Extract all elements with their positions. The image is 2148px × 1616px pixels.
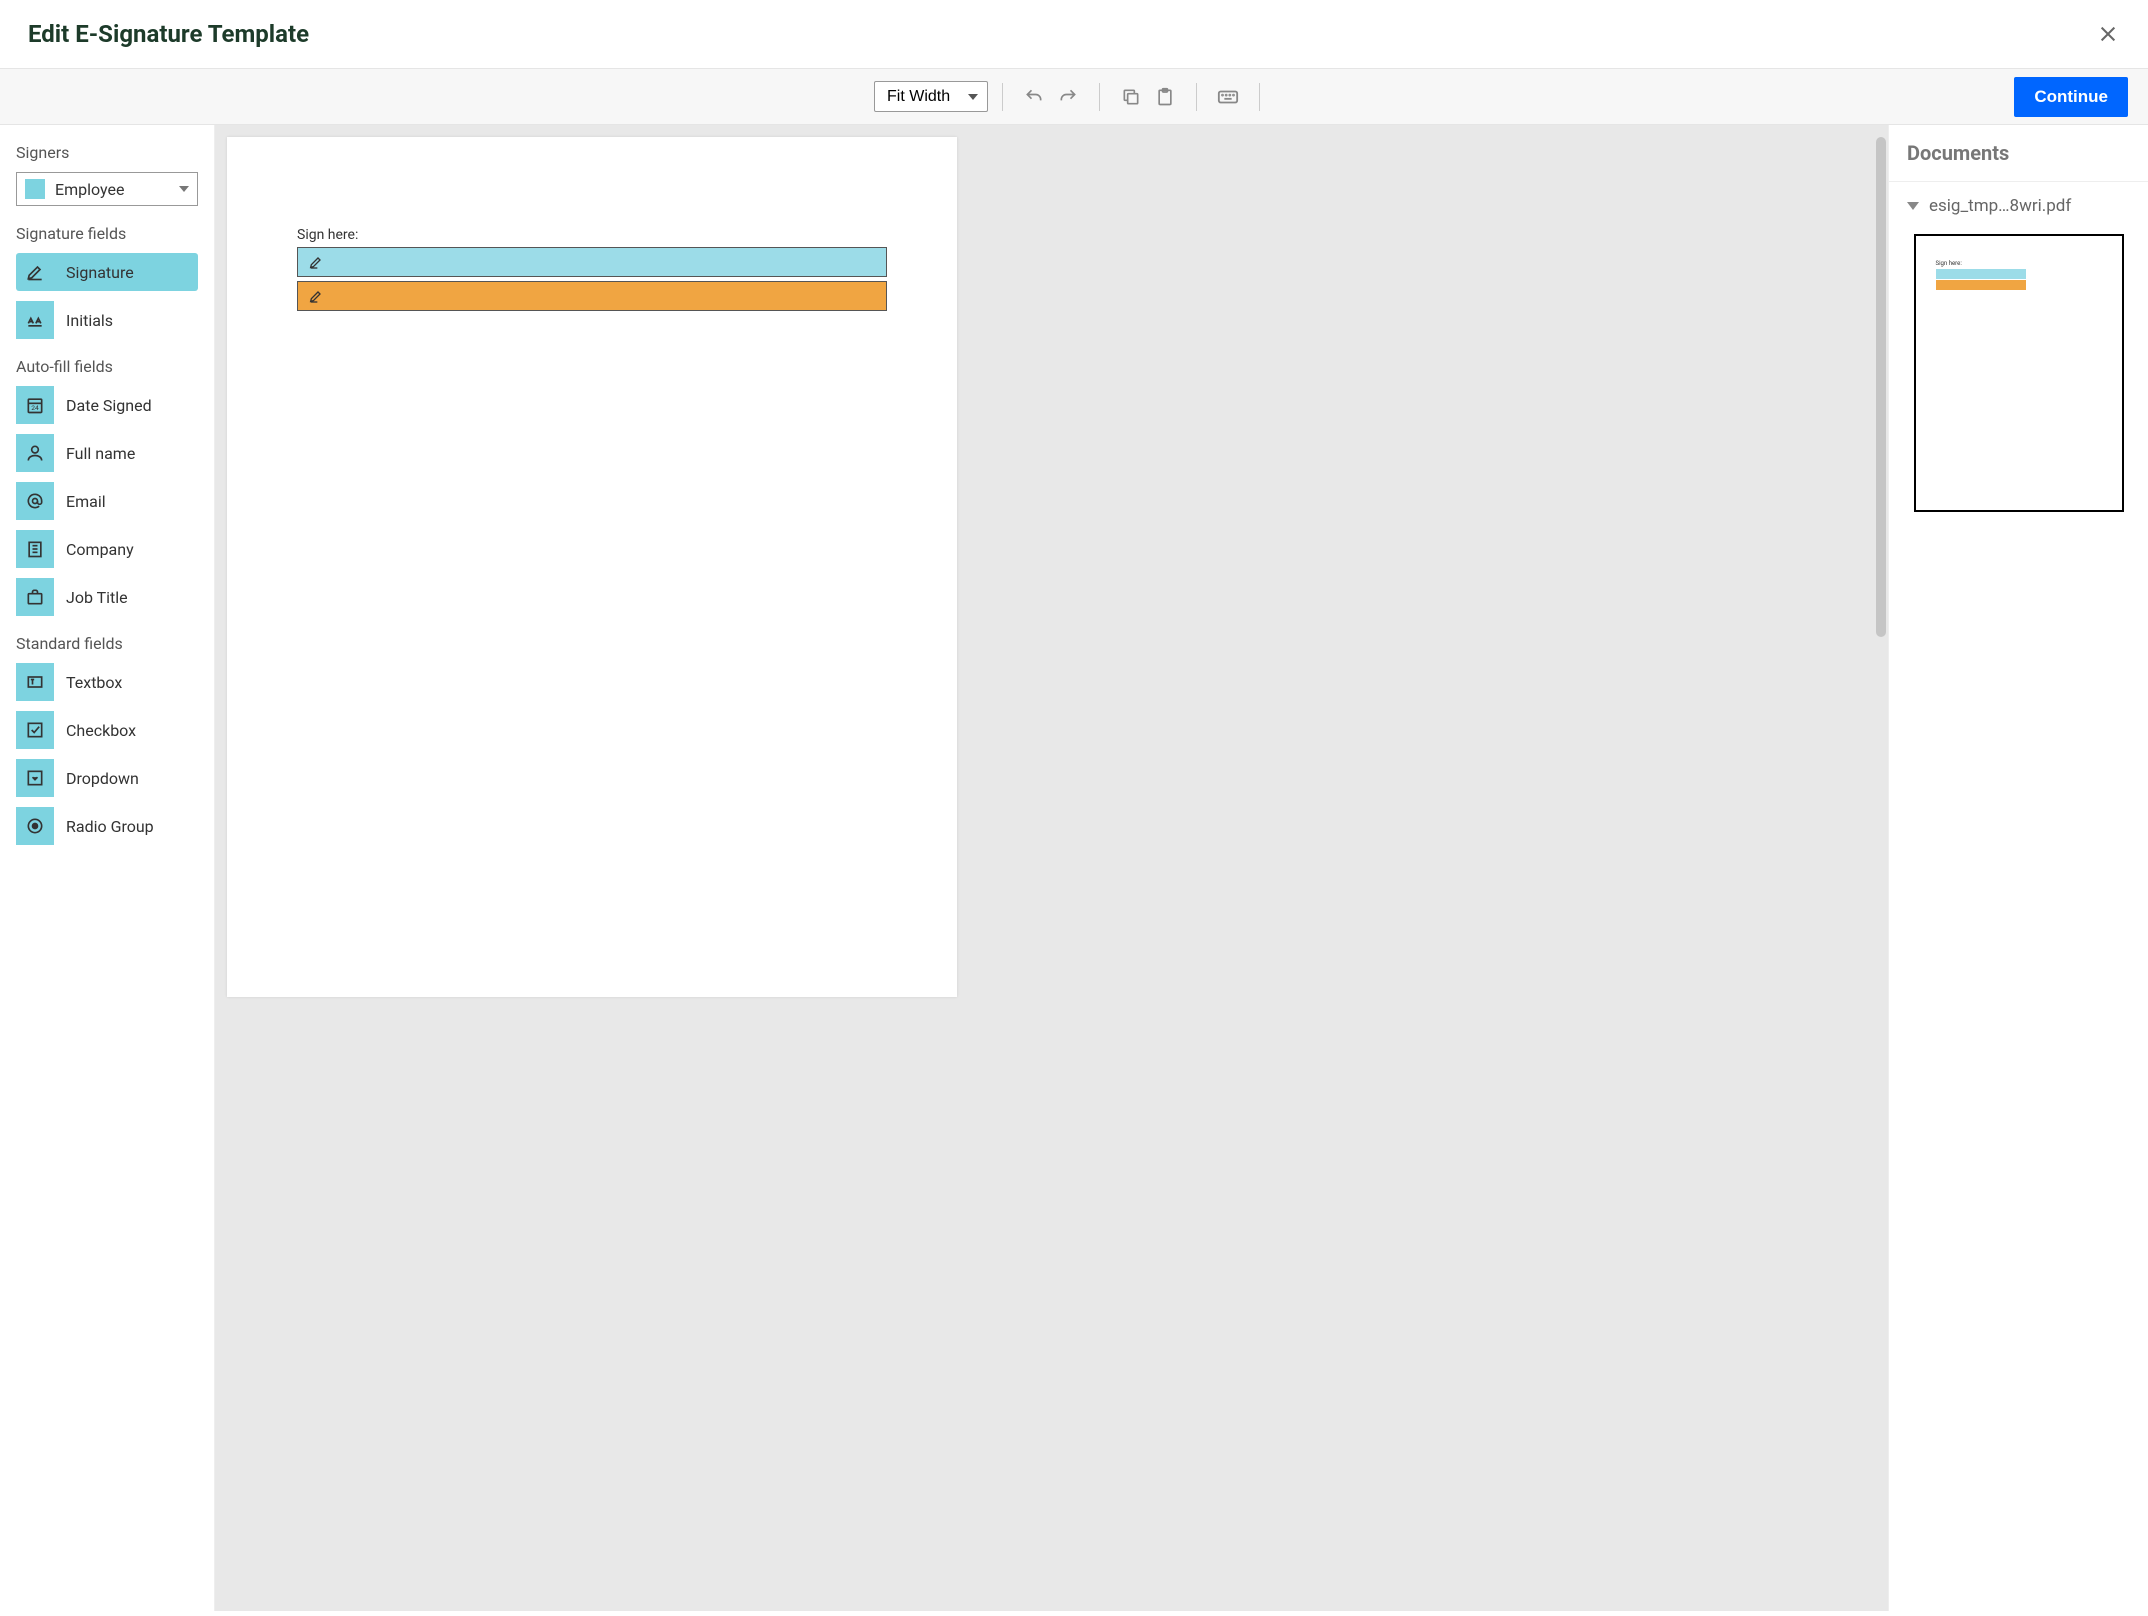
signature-field-other[interactable]	[297, 281, 887, 311]
field-label: Checkbox	[66, 721, 136, 740]
chevron-down-icon	[1907, 202, 1919, 210]
signature-field-employee[interactable]	[297, 247, 887, 277]
undo-icon[interactable]	[1023, 86, 1045, 108]
field-label: Company	[66, 540, 134, 559]
field-dropdown[interactable]: Dropdown	[16, 759, 198, 797]
zoom-select[interactable]: Fit Width	[874, 81, 988, 112]
toolbar-separator	[1002, 83, 1003, 111]
redo-icon[interactable]	[1057, 86, 1079, 108]
sign-here-label: Sign here:	[297, 227, 887, 243]
svg-text:24: 24	[31, 404, 39, 412]
textbox-icon	[16, 663, 54, 701]
document-name: esig_tmp…8wri.pdf	[1929, 196, 2071, 216]
signature-fields-label: Signature fields	[16, 224, 198, 243]
person-icon	[16, 434, 54, 472]
field-date-signed[interactable]: 24 Date Signed	[16, 386, 198, 424]
field-checkbox[interactable]: Checkbox	[16, 711, 198, 749]
document-row[interactable]: esig_tmp…8wri.pdf	[1889, 182, 2148, 230]
field-label: Email	[66, 492, 106, 511]
dropdown-icon	[16, 759, 54, 797]
field-signature[interactable]: Signature	[16, 253, 198, 291]
briefcase-icon	[16, 578, 54, 616]
signer-color-swatch	[25, 179, 45, 199]
page-thumbnail[interactable]: Sign here:	[1914, 234, 2124, 512]
canvas-area[interactable]: Sign here:	[215, 125, 1888, 1611]
field-label: Date Signed	[66, 396, 152, 415]
signers-label: Signers	[16, 143, 198, 162]
field-label: Textbox	[66, 673, 122, 692]
toolbar: Fit Width Continue	[0, 69, 2148, 125]
toolbar-separator	[1099, 83, 1100, 111]
signature-icon	[16, 253, 54, 291]
documents-heading: Documents	[1907, 141, 2130, 165]
signer-select[interactable]: Employee	[16, 172, 198, 206]
autofill-fields-label: Auto-fill fields	[16, 357, 198, 376]
left-panel: Signers Employee Signature fields Signat…	[0, 125, 215, 1611]
paste-icon[interactable]	[1154, 86, 1176, 108]
field-textbox[interactable]: Textbox	[16, 663, 198, 701]
initials-icon	[16, 301, 54, 339]
thumb-field-orange	[1936, 280, 2026, 290]
main: Signers Employee Signature fields Signat…	[0, 125, 2148, 1611]
checkbox-icon	[16, 711, 54, 749]
field-job-title[interactable]: Job Title	[16, 578, 198, 616]
scrollbar[interactable]	[1876, 137, 1886, 637]
documents-header: Documents	[1889, 125, 2148, 182]
field-label: Job Title	[66, 588, 128, 607]
standard-fields-label: Standard fields	[16, 634, 198, 653]
field-company[interactable]: Company	[16, 530, 198, 568]
field-label: Full name	[66, 444, 135, 463]
copy-icon[interactable]	[1120, 86, 1142, 108]
keyboard-icon[interactable]	[1217, 86, 1239, 108]
pen-icon	[308, 288, 324, 304]
documents-panel: Documents esig_tmp…8wri.pdf Sign here:	[1888, 125, 2148, 1611]
field-label: Dropdown	[66, 769, 139, 788]
radio-icon	[16, 807, 54, 845]
at-icon	[16, 482, 54, 520]
continue-button[interactable]: Continue	[2014, 77, 2128, 117]
calendar-icon: 24	[16, 386, 54, 424]
thumb-field-blue	[1936, 269, 2026, 279]
toolbar-separator	[1259, 83, 1260, 111]
document-page[interactable]: Sign here:	[227, 137, 957, 997]
field-label: Radio Group	[66, 817, 154, 836]
field-label: Signature	[66, 263, 134, 282]
building-icon	[16, 530, 54, 568]
close-icon[interactable]	[2096, 22, 2120, 46]
field-label: Initials	[66, 311, 113, 330]
zoom-select-wrap: Fit Width	[874, 81, 988, 112]
pen-icon	[308, 254, 324, 270]
toolbar-separator	[1196, 83, 1197, 111]
signer-selected-label: Employee	[55, 180, 179, 199]
field-full-name[interactable]: Full name	[16, 434, 198, 472]
field-radio-group[interactable]: Radio Group	[16, 807, 198, 845]
page-title: Edit E-Signature Template	[28, 20, 309, 48]
field-initials[interactable]: Initials	[16, 301, 198, 339]
field-email[interactable]: Email	[16, 482, 198, 520]
thumb-sign-label: Sign here:	[1936, 260, 2102, 267]
header: Edit E-Signature Template	[0, 0, 2148, 69]
